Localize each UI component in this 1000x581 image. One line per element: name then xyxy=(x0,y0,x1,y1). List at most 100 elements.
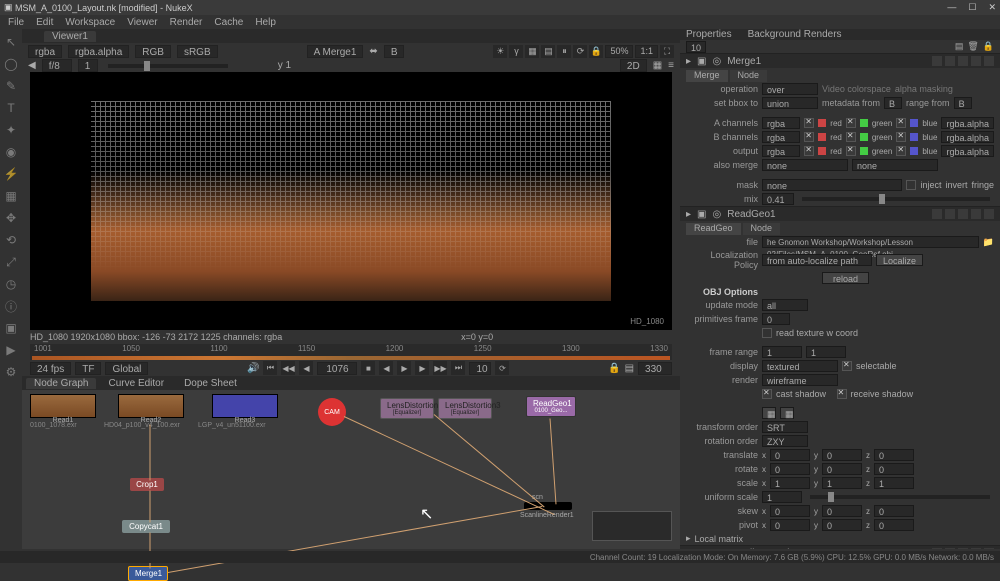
colorspace-select[interactable]: RGB xyxy=(135,45,171,58)
node-read3[interactable]: Read3 xyxy=(212,394,278,418)
back-icon[interactable]: ◀ xyxy=(28,60,36,71)
loop-button[interactable]: ⟳ xyxy=(495,361,509,375)
input-select[interactable]: B xyxy=(384,45,405,58)
pause-icon[interactable]: ⏸ xyxy=(557,45,571,58)
localize-button[interactable]: Localize xyxy=(876,254,923,266)
metafrom[interactable]: B xyxy=(884,97,902,109)
mask[interactable]: none xyxy=(762,179,902,191)
bolt-icon[interactable]: ⚡ xyxy=(4,167,18,181)
node-read2[interactable]: Read2 xyxy=(118,394,184,418)
node-cam[interactable]: CAM xyxy=(318,398,346,426)
subtab-merge[interactable]: Merge xyxy=(686,70,728,82)
locpolicy[interactable]: from auto-localize path xyxy=(762,254,872,266)
subtab-readgeo[interactable]: ReadGeo xyxy=(686,223,741,235)
props-count[interactable]: 10 xyxy=(686,41,706,53)
menu-edit[interactable]: Edit xyxy=(36,17,53,28)
transorder[interactable]: SRT xyxy=(762,421,808,433)
3d-icon[interactable]: ▦ xyxy=(4,189,18,203)
alpha-select[interactable]: rgba.alpha xyxy=(68,45,129,58)
node-crop[interactable]: Crop1 xyxy=(130,478,164,491)
primframe[interactable]: 0 xyxy=(762,313,790,325)
clock-icon[interactable]: ◷ xyxy=(4,277,18,291)
props-tab[interactable]: Properties xyxy=(686,29,732,40)
center-icon[interactable]: ◎ xyxy=(712,209,721,220)
node-merge[interactable]: Merge1 xyxy=(128,566,168,581)
clear-icon[interactable]: 🗑 xyxy=(967,41,978,52)
zoom-display[interactable]: 50% xyxy=(605,45,633,58)
snapshot-icon[interactable]: ▣ xyxy=(697,209,706,220)
file-field[interactable]: he Gnomon Workshop/Workshop/Lesson 02/Fi… xyxy=(762,236,979,248)
srt-icon2[interactable]: ▦ xyxy=(780,407,794,419)
redo-icon[interactable] xyxy=(945,56,955,66)
gamma-icon[interactable]: γ xyxy=(509,45,523,58)
output[interactable]: rgba xyxy=(762,145,800,157)
menu-icon[interactable]: ≡ xyxy=(668,60,674,71)
range-end[interactable]: 330 xyxy=(638,362,672,375)
prev-frame-button[interactable]: ◀ xyxy=(299,361,313,375)
tab-nodegraph[interactable]: Node Graph xyxy=(26,378,96,389)
paint-icon[interactable]: ✎ xyxy=(4,79,18,93)
dimension-select[interactable]: 2D xyxy=(620,59,647,72)
close-pane-icon[interactable] xyxy=(984,56,994,66)
camera-icon[interactable]: ▣ xyxy=(4,321,18,335)
folder-icon[interactable]: 📁 xyxy=(983,237,994,248)
first-frame-button[interactable]: ⏮ xyxy=(263,361,277,375)
aspect-display[interactable]: 1:1 xyxy=(635,45,658,58)
gain-slider[interactable] xyxy=(108,64,228,68)
alsomerge[interactable]: none xyxy=(762,159,848,171)
plugin-icon[interactable]: ⚙ xyxy=(4,365,18,379)
step-size[interactable]: 10 xyxy=(469,362,491,375)
snapshot-icon[interactable]: ▣ xyxy=(697,56,706,67)
menu-help[interactable]: Help xyxy=(255,17,276,28)
rotate-icon[interactable]: ⟲ xyxy=(4,233,18,247)
node-lens2[interactable]: LensDistortion3[Equalizer] xyxy=(438,398,492,419)
menu-workspace[interactable]: Workspace xyxy=(65,17,115,28)
next-frame-button[interactable]: ▶ xyxy=(415,361,429,375)
reload-button[interactable]: reload xyxy=(822,272,869,284)
menu-file[interactable]: File xyxy=(8,17,24,28)
expand-icon[interactable]: ▸ xyxy=(686,56,691,67)
bbox-select[interactable]: union xyxy=(762,97,818,109)
mix-value[interactable]: 0.41 xyxy=(762,193,794,205)
text-icon[interactable]: T xyxy=(4,101,18,115)
timeline[interactable]: 10011050 11001150 12001250 13001330 xyxy=(30,344,672,360)
last-frame-button[interactable]: ⏭ xyxy=(451,361,465,375)
bgrender-tab[interactable]: Background Renders xyxy=(748,29,842,40)
play-button[interactable]: ▶ xyxy=(397,361,411,375)
move-icon[interactable]: ✥ xyxy=(4,211,18,225)
collapse-icon[interactable]: ▤ xyxy=(955,41,964,52)
current-frame[interactable]: 1076 xyxy=(317,362,357,375)
menu-render[interactable]: Render xyxy=(170,17,203,28)
achan-a[interactable]: rgba.alpha xyxy=(941,117,994,129)
achan[interactable]: rgba xyxy=(762,117,800,129)
render-mode[interactable]: wireframe xyxy=(762,374,838,386)
center-icon[interactable]: ◎ xyxy=(712,56,721,67)
node-readgeo[interactable]: ReadGeo10100_Geo... xyxy=(526,396,576,417)
minimap[interactable] xyxy=(592,511,672,541)
node-graph[interactable]: Read1 0100_1078.exr Read2 HD04_p100_v4_1… xyxy=(22,390,680,549)
prev-key-button[interactable]: ◀◀ xyxy=(281,361,295,375)
node-lens1[interactable]: LensDistortion2[Equalizer] xyxy=(380,398,434,419)
lock-range-icon[interactable]: 🔒 xyxy=(608,363,620,374)
node-read1[interactable]: Read1 xyxy=(30,394,96,418)
alsomerge2[interactable]: none xyxy=(852,159,938,171)
float-icon[interactable] xyxy=(971,56,981,66)
lock-icon[interactable]: 🔒 xyxy=(589,45,603,58)
proxy-icon[interactable]: ▤ xyxy=(541,45,555,58)
bchan[interactable]: rgba xyxy=(762,131,800,143)
gain[interactable]: 1 xyxy=(78,59,98,72)
audio-icon[interactable]: 🔊 xyxy=(247,363,259,374)
fps-display[interactable]: 24 fps xyxy=(30,362,71,375)
subtab-node[interactable]: Node xyxy=(730,70,768,82)
subtab-node2[interactable]: Node xyxy=(743,223,781,235)
exposure-icon[interactable]: ☀ xyxy=(493,45,507,58)
uscale-slider[interactable] xyxy=(810,495,990,499)
minimize-button[interactable]: — xyxy=(947,2,956,13)
operation-select[interactable]: over xyxy=(762,83,818,95)
undo-icon[interactable] xyxy=(932,56,942,66)
rotorder[interactable]: ZXY xyxy=(762,435,808,447)
timespace[interactable]: TF xyxy=(75,362,101,375)
scope-select[interactable]: Global xyxy=(105,362,148,375)
play-back-button[interactable]: ◀ xyxy=(379,361,393,375)
tab-curveeditor[interactable]: Curve Editor xyxy=(100,378,172,389)
